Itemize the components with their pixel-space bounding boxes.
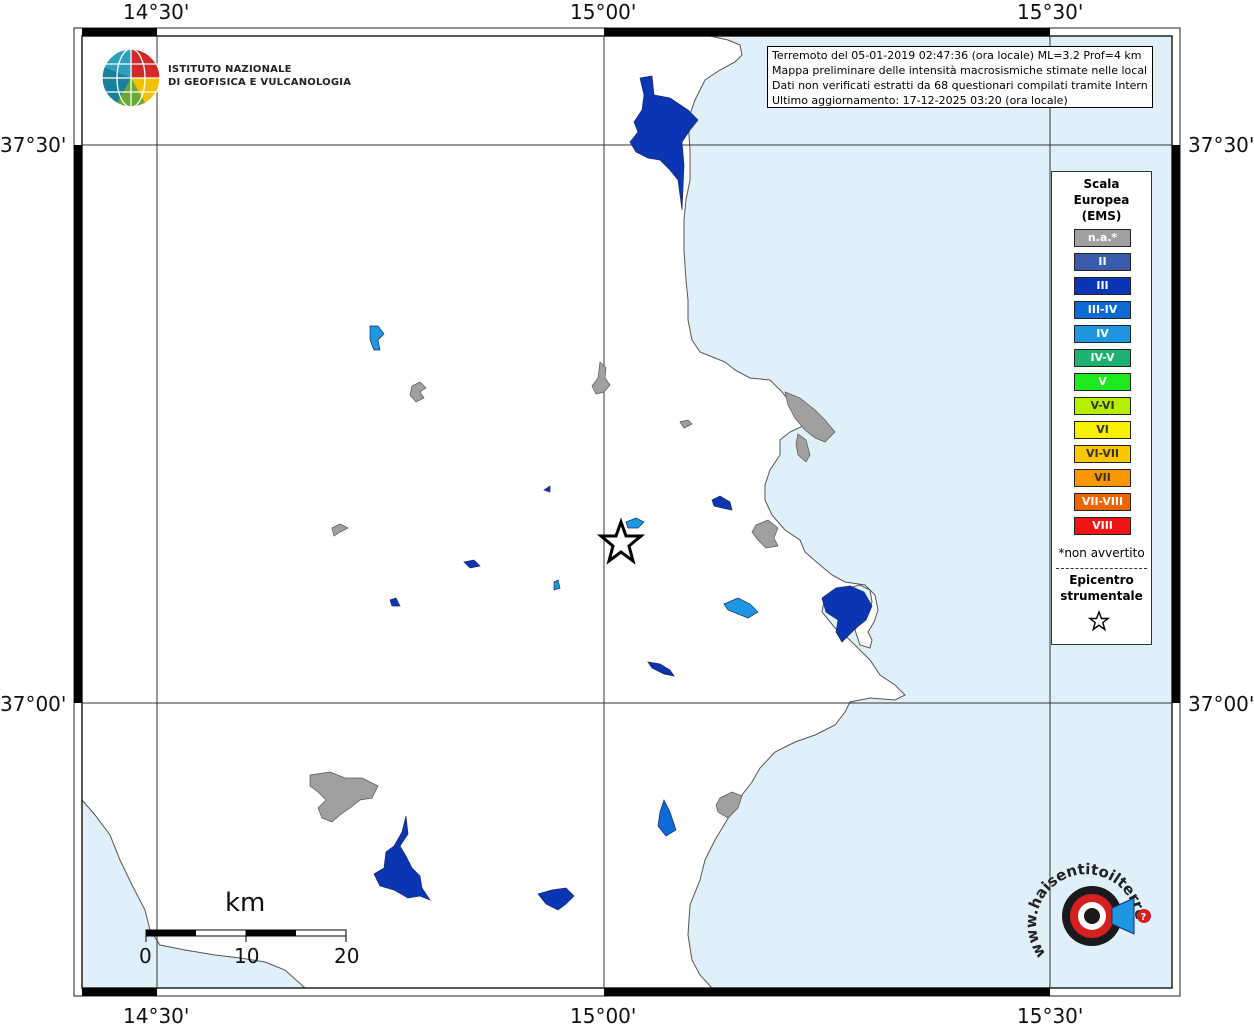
legend-item-v-vi: V-VI xyxy=(1074,397,1131,415)
bottom-label-1530: 15°30' xyxy=(1017,1004,1084,1028)
bottom-label-1430: 14°30' xyxy=(123,1004,190,1028)
legend-item-iii: III xyxy=(1074,277,1131,295)
legend-title-line2: Europea xyxy=(1073,193,1130,207)
legend-item-iii-iv: III-IV xyxy=(1074,301,1131,319)
haisentito-logo-icon: www.haisentitoilterremoto.it ? xyxy=(1026,858,1151,961)
right-label-3730: 37°30' xyxy=(1188,133,1254,157)
event-info-line4: Ultimo aggiornamento: 17-12-2025 03:20 (… xyxy=(772,94,1068,107)
scale-tick-0: 0 xyxy=(139,944,152,968)
scale-unit: km xyxy=(225,888,266,918)
ingv-name-line2: DI GEOFISICA E VULCANOLOGIA xyxy=(168,77,352,88)
legend-epicenter-line2: strumentale xyxy=(1060,589,1143,603)
legend-item-iv-v: IV-V xyxy=(1074,349,1131,367)
legend-item-n-a: n.a.* xyxy=(1074,229,1131,247)
left-label-3700: 37°00' xyxy=(0,692,67,716)
legend-item-vii: VII xyxy=(1074,469,1131,487)
legend-item-vi-vii: VI-VII xyxy=(1074,445,1131,463)
event-info-box: Terremoto del 05-01-2019 02:47:36 (ora l… xyxy=(767,46,1153,108)
legend-item-vi: VI xyxy=(1074,421,1131,439)
legend-item-vii-viii: VII-VIII xyxy=(1074,493,1131,511)
legend-title-line3: (EMS) xyxy=(1081,209,1122,223)
legend-star-icon xyxy=(1088,610,1110,632)
event-info-line3: Dati non verificati estratti da 68 quest… xyxy=(772,79,1148,92)
legend-title-line1: Scala xyxy=(1083,177,1120,191)
legend-item-viii: VIII xyxy=(1074,517,1131,535)
legend-epicenter-line1: Epicentro xyxy=(1069,573,1134,587)
scale-tick-20: 20 xyxy=(334,944,360,968)
scale-tick-10: 10 xyxy=(234,944,260,968)
legend-item-v: V xyxy=(1074,373,1131,391)
top-label-1500: 15°00' xyxy=(570,0,637,24)
legend-title: Scala Europea (EMS) xyxy=(1052,176,1151,224)
legend-note: *non avvertito xyxy=(1058,546,1145,560)
legend-item-ii: II xyxy=(1074,253,1131,271)
top-label-1530: 15°30' xyxy=(1017,0,1084,24)
ingv-globe-icon xyxy=(101,48,161,108)
legend-item-iv: IV xyxy=(1074,325,1131,343)
bottom-label-1500: 15°00' xyxy=(570,1004,637,1028)
ems-legend: Scala Europea (EMS) n.a.* II III III-IV IV IV… xyxy=(1051,171,1152,645)
svg-text:?: ? xyxy=(1141,912,1147,923)
right-label-3700: 37°00' xyxy=(1188,692,1254,716)
event-info-line2: Mappa preliminare delle intensità macros… xyxy=(772,64,1148,77)
left-label-3730: 37°30' xyxy=(0,133,67,157)
event-info-line1: Terremoto del 05-01-2019 02:47:36 (ora l… xyxy=(772,49,1142,62)
legend-epicenter-label: Epicentro strumentale xyxy=(1052,572,1151,604)
ingv-name-line1: ISTITUTO NAZIONALE xyxy=(168,64,292,75)
ingv-name: ISTITUTO NAZIONALE DI GEOFISICA E VULCAN… xyxy=(168,63,351,89)
legend-separator xyxy=(1056,568,1147,569)
top-label-1430: 14°30' xyxy=(123,0,190,24)
